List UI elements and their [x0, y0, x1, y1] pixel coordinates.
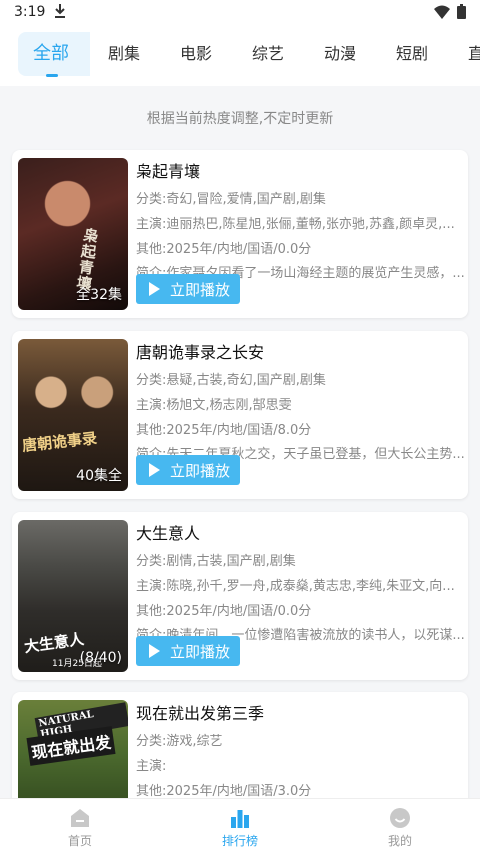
show-category: 分类:奇幻,冒险,爱情,国产剧,剧集 [136, 192, 326, 207]
tab-anime[interactable]: 动漫 [324, 40, 356, 64]
tab-movies[interactable]: 电影 [180, 40, 212, 64]
show-other-info: 其他:2025年/内地/国语/8.0分 [136, 423, 312, 438]
active-tab-indicator [46, 74, 58, 77]
update-notice: 根据当前热度调整,不定时更新 [146, 111, 334, 127]
tab-short-drama[interactable]: 短剧 [396, 40, 428, 64]
show-category: 分类:游戏,综艺 [136, 734, 223, 749]
episode-badge: 全32集 [76, 287, 122, 303]
episode-badge: (8/40) [79, 650, 122, 666]
status-time: 3:19 [14, 4, 46, 20]
ranking-icon [231, 810, 249, 828]
play-now-button[interactable]: 立即播放 [136, 636, 240, 666]
home-icon [71, 809, 89, 827]
play-icon [149, 463, 160, 477]
play-button-label: 立即播放 [170, 462, 231, 480]
play-now-button[interactable]: 立即播放 [136, 455, 240, 485]
play-icon [149, 644, 160, 658]
nav-ranking[interactable]: 排行榜 [160, 799, 320, 854]
show-cast: 主演:杨旭文,杨志刚,郜思雯 [136, 398, 292, 413]
poster-title-art: 大生意人 [23, 629, 86, 657]
tab-all[interactable]: 全部 [33, 39, 69, 65]
show-cast: 主演:迪丽热巴,陈星旭,张俪,董畅,张亦驰,苏鑫,颜卓灵,... [136, 217, 455, 232]
show-other-info: 其他:2025年/内地/国语/3.0分 [136, 784, 312, 799]
list-item[interactable]: 枭起青壤 全32集 枭起青壤 分类:奇幻,冒险,爱情,国产剧,剧集 主演:迪丽热… [12, 150, 468, 318]
show-title[interactable]: 枭起青壤 [136, 158, 200, 182]
show-cast: 主演: [136, 759, 167, 774]
show-category: 分类:剧情,古装,国产剧,剧集 [136, 554, 296, 569]
tab-variety[interactable]: 综艺 [252, 40, 284, 64]
poster-image[interactable]: 大生意人 11月25日起 (8/40) [18, 520, 128, 672]
nav-ranking-label: 排行榜 [221, 834, 258, 848]
poster-image[interactable]: 枭起青壤 全32集 [18, 158, 128, 310]
poster-image[interactable]: 唐朝诡事录 40集全 [18, 339, 128, 491]
battery-icon [457, 4, 466, 19]
play-button-label: 立即播放 [170, 281, 231, 299]
show-category: 分类:悬疑,古装,奇幻,国产剧,剧集 [136, 373, 326, 388]
nav-profile[interactable]: 我的 [320, 799, 480, 854]
list-item[interactable]: 唐朝诡事录 40集全 唐朝诡事录之长安 分类:悬疑,古装,奇幻,国产剧,剧集 主… [12, 331, 468, 499]
bottom-navigation: 首页 排行榜 我的 [0, 798, 480, 854]
profile-icon [390, 808, 410, 828]
play-button-label: 立即播放 [170, 643, 231, 661]
show-title[interactable]: 唐朝诡事录之长安 [136, 339, 264, 363]
wifi-icon [434, 5, 450, 19]
play-now-button[interactable]: 立即播放 [136, 274, 240, 304]
show-title[interactable]: 大生意人 [136, 520, 200, 544]
tab-series[interactable]: 剧集 [108, 40, 140, 64]
show-title[interactable]: 现在就出发第三季 [136, 700, 264, 724]
show-cast: 主演:陈晓,孙千,罗一舟,成泰燊,黄志忠,李纯,朱亚文,向... [136, 579, 455, 594]
category-tabs: 全部 剧集 电影 综艺 动漫 短剧 直 [0, 24, 480, 86]
nav-home-label: 首页 [67, 834, 92, 848]
show-other-info: 其他:2025年/内地/国语/0.0分 [136, 242, 312, 257]
show-other-info: 其他:2025年/内地/国语/0.0分 [136, 604, 312, 619]
play-icon [149, 282, 160, 296]
status-bar: 3:19 [0, 0, 480, 24]
download-icon [55, 4, 65, 18]
list-item[interactable]: 大生意人 11月25日起 (8/40) 大生意人 分类:剧情,古装,国产剧,剧集… [12, 512, 468, 680]
episode-badge: 40集全 [76, 468, 122, 484]
tab-live[interactable]: 直 [468, 40, 480, 64]
nav-profile-label: 我的 [387, 834, 412, 848]
nav-home[interactable]: 首页 [0, 799, 160, 854]
poster-title-art: 唐朝诡事录 [21, 429, 98, 455]
